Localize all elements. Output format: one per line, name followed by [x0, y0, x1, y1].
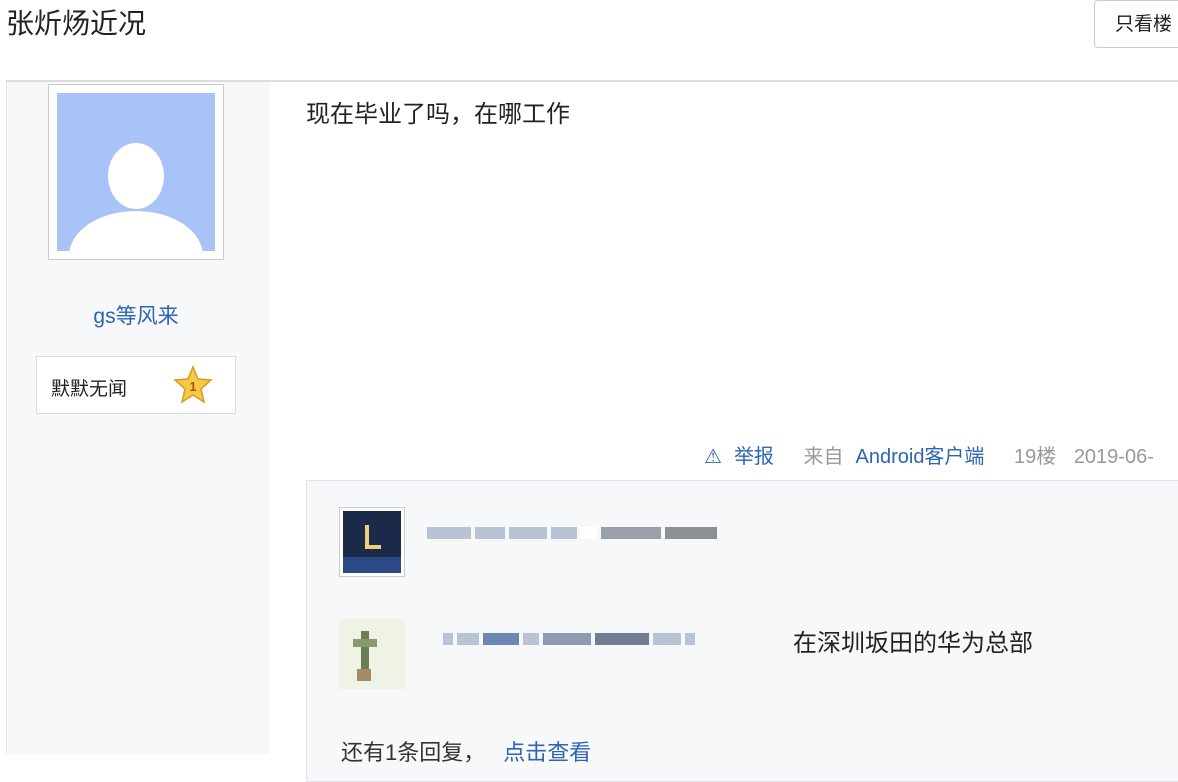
level-title: 默默无闻	[51, 379, 128, 400]
reply-text: 在深圳坂田的华为总部	[793, 630, 1033, 657]
post-content: 现在毕业了吗，在哪工作	[306, 101, 570, 128]
more-replies: 还有1条回复， 点击查看	[341, 735, 591, 767]
blurred-reply-text	[427, 527, 717, 539]
only-author-button[interactable]: 只看楼	[1094, 0, 1178, 48]
commenter-avatar[interactable]	[339, 507, 405, 577]
default-avatar-icon	[57, 93, 215, 251]
floor-number: 19楼	[1014, 446, 1057, 468]
blurred-reply-text	[443, 633, 695, 645]
plant-avatar-icon	[339, 619, 405, 689]
report-label: 举报	[733, 446, 774, 468]
warning-icon: ⚠	[704, 446, 722, 468]
from-prefix: 来自	[803, 446, 844, 468]
author-avatar[interactable]	[48, 84, 224, 260]
author-name-link[interactable]: gs等风来	[48, 300, 224, 330]
post-meta: ⚠ 举报 来自 Android客户端 19楼 2019-06-	[704, 440, 1166, 469]
moon-avatar-icon	[343, 511, 401, 573]
client-source: 来自 Android客户端	[804, 446, 997, 468]
level-star-icon: 1	[173, 365, 213, 404]
report-link[interactable]: ⚠ 举报	[704, 446, 786, 468]
comment-section: 在深圳坂田的华为总部 还有1条回复， 点击查看	[306, 480, 1178, 782]
level-number: 1	[189, 379, 196, 394]
client-link[interactable]: Android客户端	[856, 446, 985, 468]
commenter-avatar[interactable]	[339, 619, 405, 689]
more-replies-text: 还有1条回复，	[341, 740, 486, 765]
view-more-link[interactable]: 点击查看	[503, 740, 591, 765]
post-date: 2019-06-	[1073, 446, 1154, 468]
level-badge[interactable]: 默默无闻 1	[36, 356, 236, 414]
page-title: 张炘炀近况	[6, 8, 147, 39]
